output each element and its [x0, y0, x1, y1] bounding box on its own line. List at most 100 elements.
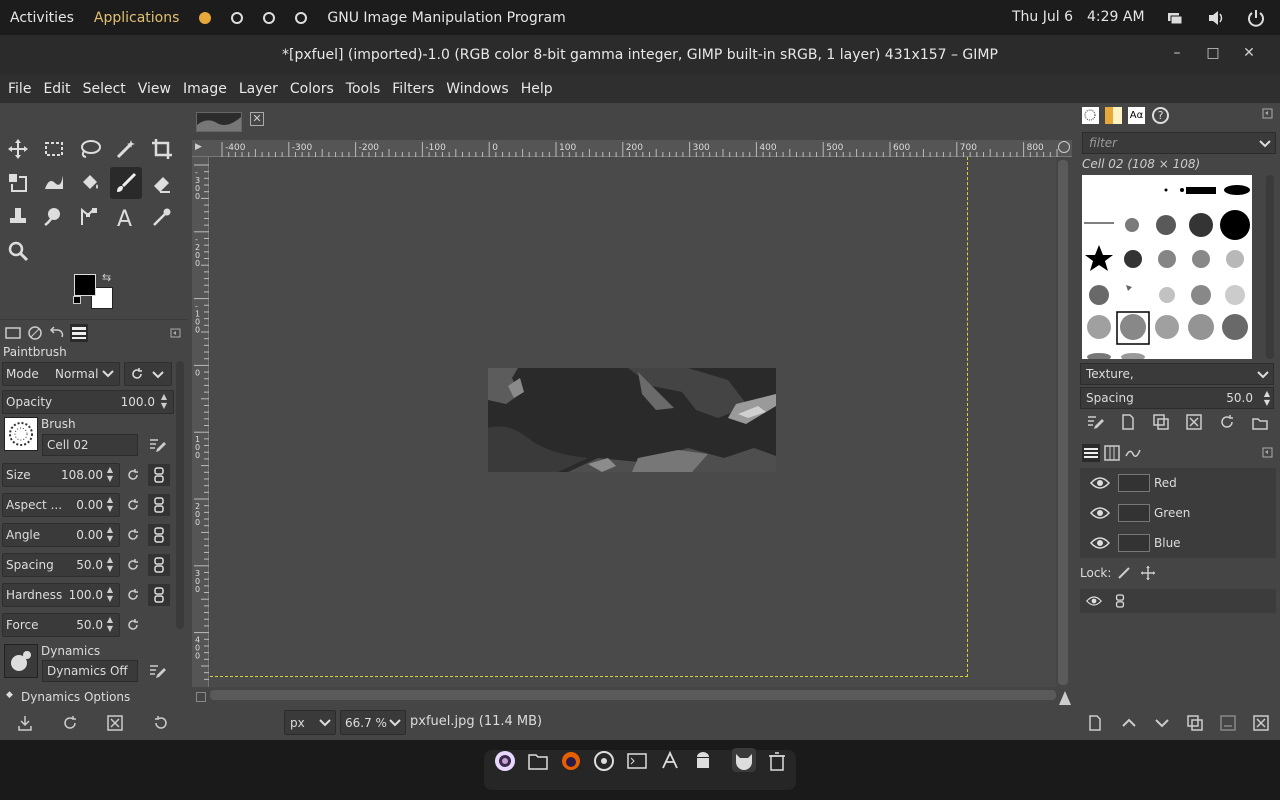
paths-tab-icon[interactable] — [1124, 444, 1142, 462]
warp-transform-tool-icon[interactable] — [38, 167, 70, 199]
eye-icon[interactable] — [1086, 594, 1102, 608]
menu-colors[interactable]: Colors — [284, 81, 340, 97]
brushes-tab-icon[interactable] — [1082, 107, 1099, 124]
aspect-link-icon[interactable] — [148, 494, 170, 516]
spacing-link-icon[interactable] — [148, 554, 170, 576]
menu-help[interactable]: Help — [515, 81, 559, 97]
aspect-reset-icon[interactable] — [122, 494, 144, 516]
zoom-tool-icon[interactable] — [2, 235, 34, 267]
fonts-tab-icon[interactable]: Aα — [1128, 107, 1145, 124]
eye-icon[interactable] — [1090, 535, 1110, 551]
size-spinner[interactable]: ▲ ▼ — [103, 465, 117, 485]
paths-tool-icon[interactable] — [74, 201, 106, 233]
quick-mask-icon[interactable]: ▶ — [195, 142, 202, 152]
clone-tool-icon[interactable] — [2, 201, 34, 233]
menu-select[interactable]: Select — [77, 81, 132, 97]
opacity-slider[interactable]: Opacity 100.0 ▲ ▼ — [2, 390, 174, 414]
mode-combo[interactable]: Mode Normal — [2, 362, 120, 386]
layer-row[interactable] — [1080, 589, 1276, 613]
crop-tool-icon[interactable] — [146, 133, 178, 165]
horizontal-ruler[interactable]: -400 -300 -200 -100 0 100 200 300 400 500 600 700 80… — [192, 140, 1072, 157]
brush-grid-scrollbar[interactable] — [1266, 175, 1274, 359]
hardness-reset-icon[interactable] — [122, 584, 144, 606]
dynamics-name-field[interactable]: Dynamics Off — [42, 660, 138, 682]
menu-edit[interactable]: Edit — [37, 81, 76, 97]
clock-time[interactable]: 4:29 AM — [1087, 9, 1145, 25]
edit-dynamics-icon[interactable] — [146, 660, 168, 682]
aspect-ratio-slider[interactable]: Aspect ... 0.00 ▲ ▼ — [2, 493, 120, 517]
menu-filters[interactable]: Filters — [386, 81, 440, 97]
brush-spacing-spinner[interactable]: ▲ ▼ — [1264, 389, 1270, 407]
configure-tab-icon[interactable] — [1262, 446, 1274, 460]
spacing-spinner[interactable]: ▲ ▼ — [103, 555, 117, 575]
raise-layer-icon[interactable] — [1118, 712, 1140, 734]
configure-tab-icon[interactable] — [170, 324, 182, 342]
workspace-1-indicator[interactable] — [199, 11, 212, 24]
new-layer-icon[interactable] — [1084, 712, 1106, 734]
help-tab-icon[interactable]: ? — [1152, 107, 1169, 124]
reset-colors-icon[interactable] — [73, 296, 81, 304]
undo-history-tab-icon[interactable] — [48, 324, 66, 342]
hardness-slider[interactable]: Hardness 100.0 ▲ ▼ — [2, 583, 120, 607]
edit-brush-button-icon[interactable] — [1084, 411, 1106, 433]
angle-slider[interactable]: Angle 0.00 ▲ ▼ — [2, 523, 120, 547]
chrome-app-icon[interactable] — [593, 750, 615, 772]
menu-image[interactable]: Image — [177, 81, 233, 97]
menu-file[interactable]: File — [2, 81, 37, 97]
firefox-app-icon[interactable] — [560, 750, 582, 772]
angle-link-icon[interactable] — [148, 524, 170, 546]
eye-icon[interactable] — [1090, 475, 1110, 491]
duplicate-brush-icon[interactable] — [1150, 411, 1172, 433]
dynamics-options-expander[interactable]: Dynamics Options — [21, 690, 130, 704]
move-tool-icon[interactable] — [2, 133, 34, 165]
tool-options-tab-icon[interactable] — [4, 324, 22, 342]
workspace-4-indicator[interactable] — [295, 11, 308, 24]
layers-tab-icon[interactable] — [1082, 444, 1100, 462]
maximize-button[interactable]: □ — [1203, 45, 1223, 65]
image-content[interactable] — [488, 368, 776, 472]
power-icon[interactable] — [1246, 8, 1266, 28]
text-tool-icon[interactable]: A — [110, 201, 142, 233]
hardness-spinner[interactable]: ▲ ▼ — [103, 585, 117, 605]
menu-windows[interactable]: Windows — [440, 81, 515, 97]
clock-date[interactable]: Thu Jul 6 — [1012, 9, 1073, 25]
duplicate-layer-icon[interactable] — [1184, 712, 1206, 734]
files-app-icon[interactable] — [527, 750, 549, 772]
zoom-image-when-window-size-changes-icon[interactable] — [1058, 690, 1072, 706]
swap-colors-icon[interactable]: ⇆ — [102, 271, 111, 284]
size-link-icon[interactable] — [148, 464, 170, 486]
rect-select-tool-icon[interactable] — [38, 133, 70, 165]
channel-row[interactable]: Green — [1080, 498, 1276, 528]
bucket-fill-tool-icon[interactable] — [74, 167, 106, 199]
configure-tab-icon[interactable] — [1262, 107, 1274, 121]
chain-icon[interactable] — [1114, 593, 1126, 609]
close-image-tab-icon[interactable]: ✕ — [250, 112, 264, 126]
navigate-icon[interactable] — [1058, 141, 1070, 153]
mode-reset-button[interactable] — [124, 362, 172, 386]
delete-options-icon[interactable] — [104, 712, 126, 734]
trash-app-icon[interactable] — [766, 750, 788, 772]
foreground-color-swatch[interactable] — [74, 274, 96, 296]
expand-dynamics-icon[interactable]: ◆ — [6, 690, 13, 700]
hardness-link-icon[interactable] — [148, 584, 170, 606]
anchor-layer-icon[interactable] — [1217, 712, 1239, 734]
spacing-reset-icon[interactable] — [122, 554, 144, 576]
channels-tab-icon[interactable] — [1103, 444, 1121, 462]
brush-tag-combo[interactable]: Texture, — [1080, 363, 1274, 385]
minimize-button[interactable]: – — [1167, 45, 1187, 65]
device-status-tab-icon[interactable] — [26, 324, 44, 342]
volume-icon[interactable] — [1206, 8, 1226, 28]
refresh-brushes-icon[interactable] — [1216, 411, 1238, 433]
lower-layer-icon[interactable] — [1151, 712, 1173, 734]
menu-tools[interactable]: Tools — [340, 81, 387, 97]
gimp-app-icon[interactable] — [732, 748, 756, 772]
camera-app-icon[interactable] — [494, 750, 516, 772]
brush-spacing-slider[interactable]: Spacing 50.0 ▲ ▼ — [1080, 387, 1274, 409]
eraser-tool-icon[interactable] — [146, 167, 178, 199]
angle-spinner[interactable]: ▲ ▼ — [103, 525, 117, 545]
lock-pixels-icon[interactable] — [1116, 565, 1132, 581]
color-picker-tool-icon[interactable] — [146, 201, 178, 233]
paintbrush-tool-icon[interactable] — [110, 167, 142, 199]
edit-brush-icon[interactable] — [146, 434, 168, 456]
activities-button[interactable]: Activities — [0, 10, 84, 26]
